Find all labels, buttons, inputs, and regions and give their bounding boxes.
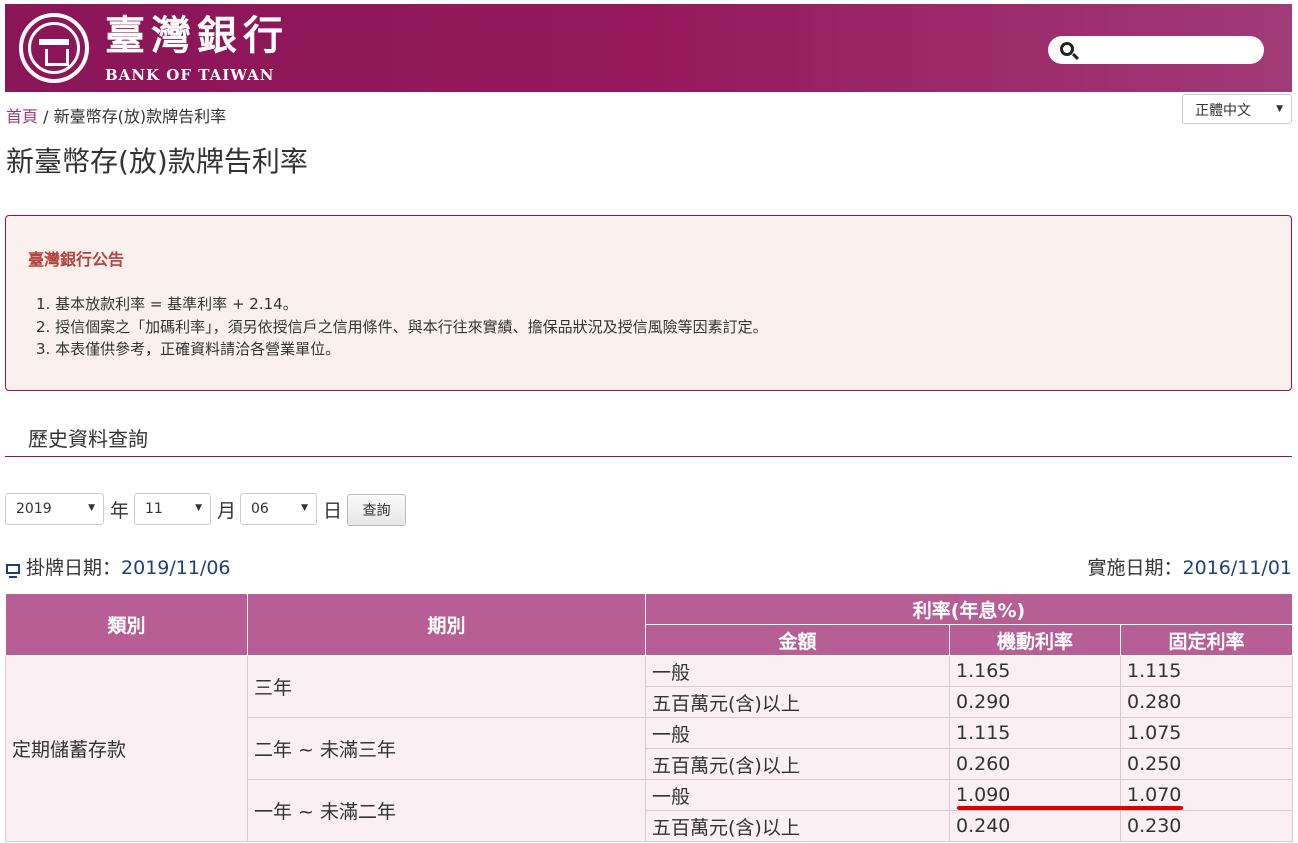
posted-date: 掛牌日期：2019/11/06 [6, 553, 231, 580]
bank-logo-icon[interactable] [19, 13, 89, 83]
query-button[interactable]: 查詢 [347, 494, 406, 526]
breadcrumb-separator: / [38, 107, 54, 126]
floating-rate-cell: 0.290 [949, 686, 1121, 718]
search-input[interactable] [1084, 40, 1254, 60]
notice-list: 1. 基本放款利率 = 基準利率 + 2.14。 2. 授信個案之「加碼利率」，… [36, 293, 768, 361]
amount-cell: 五百萬元(含)以上 [645, 686, 950, 718]
period-cell: 一年 ~ 未滿二年 [247, 779, 646, 842]
chevron-down-icon: ▼ [88, 503, 95, 513]
year-value: 2019 [16, 501, 52, 517]
logo-text-zh[interactable]: 臺灣銀行 [105, 12, 289, 60]
effective-date-value: 2016/11/01 [1182, 557, 1292, 579]
language-select[interactable]: 正體中文 ▼ [1182, 94, 1292, 124]
floating-rate-cell: 1.165 [949, 655, 1121, 687]
month-unit: 月 [217, 500, 237, 522]
year-select[interactable]: 2019 ▼ [5, 493, 104, 525]
notice-item: 2. 授信個案之「加碼利率」，須另依授信戶之信用條件、與本行往來實績、擔保品狀況… [36, 317, 768, 336]
effective-date: 實施日期：2016/11/01 [1087, 553, 1292, 580]
notice-item: 3. 本表僅供參考，正確資料請洽各營業單位。 [36, 340, 341, 358]
header-fixed-rate: 固定利率 [1119, 624, 1294, 656]
header-category: 類別 [5, 593, 248, 656]
monitor-icon [6, 564, 20, 578]
fixed-rate-cell: 1.075 [1119, 717, 1294, 749]
highlight-underline [957, 806, 1183, 810]
floating-rate-cell: 0.260 [949, 748, 1121, 780]
page-title: 新臺幣存(放)款牌告利率 [6, 145, 308, 178]
period-cell: 二年 ~ 未滿三年 [247, 717, 646, 780]
day-value: 06 [251, 501, 269, 517]
site-header: 臺灣銀行 BANK OF TAIWAN [5, 4, 1292, 92]
category-cell: 定期儲蓄存款 [5, 655, 248, 842]
day-select[interactable]: 06 ▼ [240, 493, 317, 525]
header-amount: 金額 [645, 624, 950, 656]
amount-cell: 五百萬元(含)以上 [645, 810, 950, 842]
fixed-rate-cell: 0.230 [1119, 810, 1294, 842]
day-unit: 日 [323, 500, 343, 522]
history-title: 歷史資料查詢 [28, 427, 148, 451]
header-floating-rate: 機動利率 [949, 624, 1121, 656]
header-rate: 利率(年息%) [644, 593, 1294, 625]
floating-rate-cell: 0.240 [949, 810, 1121, 842]
amount-cell: 五百萬元(含)以上 [645, 748, 950, 780]
rates-table: 類別 期別 利率(年息%) 金額 機動利率 固定利率 定期儲蓄存款 三年 一般 … [5, 593, 1294, 842]
breadcrumb-current: 新臺幣存(放)款牌告利率 [53, 107, 227, 126]
chevron-down-icon: ▼ [195, 503, 202, 513]
search-icon[interactable] [1060, 42, 1074, 56]
chevron-down-icon: ▼ [1276, 104, 1283, 114]
notice-panel: 臺灣銀行公告 1. 基本放款利率 = 基準利率 + 2.14。 2. 授信個案之… [5, 215, 1292, 391]
breadcrumb-home-link[interactable]: 首頁 [6, 107, 38, 126]
floating-rate-cell: 1.115 [949, 717, 1121, 749]
divider [5, 456, 1292, 457]
year-unit: 年 [110, 500, 130, 522]
table-row: 定期儲蓄存款 三年 一般 1.165 1.115 [5, 655, 1294, 842]
search-box[interactable] [1048, 36, 1264, 64]
effective-date-label: 實施日期： [1087, 557, 1183, 579]
month-select[interactable]: 11 ▼ [134, 493, 211, 525]
fixed-rate-cell: 1.115 [1119, 655, 1294, 687]
fixed-rate-cell: 0.280 [1119, 686, 1294, 718]
posted-date-value: 2019/11/06 [121, 557, 231, 579]
fixed-rate-cell: 0.250 [1119, 748, 1294, 780]
notice-title: 臺灣銀行公告 [28, 250, 125, 269]
amount-cell: 一般 [645, 655, 950, 687]
language-selected: 正體中文 [1195, 103, 1251, 119]
notice-item: 1. 基本放款利率 = 基準利率 + 2.14。 [36, 295, 298, 313]
amount-cell: 一般 [645, 717, 950, 749]
posted-date-label: 掛牌日期： [26, 557, 122, 579]
month-value: 11 [145, 501, 163, 517]
logo-text-en[interactable]: BANK OF TAIWAN [105, 66, 274, 84]
amount-cell: 一般 [645, 779, 950, 811]
header-period: 期別 [247, 593, 646, 656]
breadcrumb: 首頁 / 新臺幣存(放)款牌告利率 [6, 103, 226, 127]
period-cell: 三年 [247, 655, 646, 718]
chevron-down-icon: ▼ [301, 503, 308, 513]
